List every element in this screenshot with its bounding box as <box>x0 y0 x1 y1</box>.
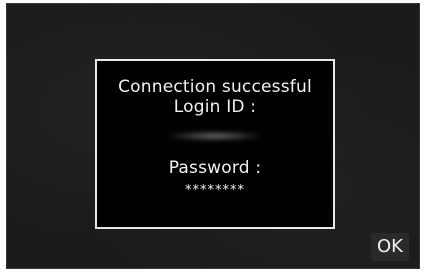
connection-dialog: Connection successful Login ID : Passwor… <box>95 59 335 229</box>
camera-screen: Connection successful Login ID : Passwor… <box>6 3 420 269</box>
ok-button[interactable]: OK <box>371 233 409 261</box>
password-value: ******** <box>185 183 245 198</box>
login-id-label: Login ID : <box>173 97 257 117</box>
dialog-title: Connection successful <box>118 77 312 97</box>
login-id-value-blurred <box>169 131 261 141</box>
password-label: Password : <box>168 158 262 178</box>
